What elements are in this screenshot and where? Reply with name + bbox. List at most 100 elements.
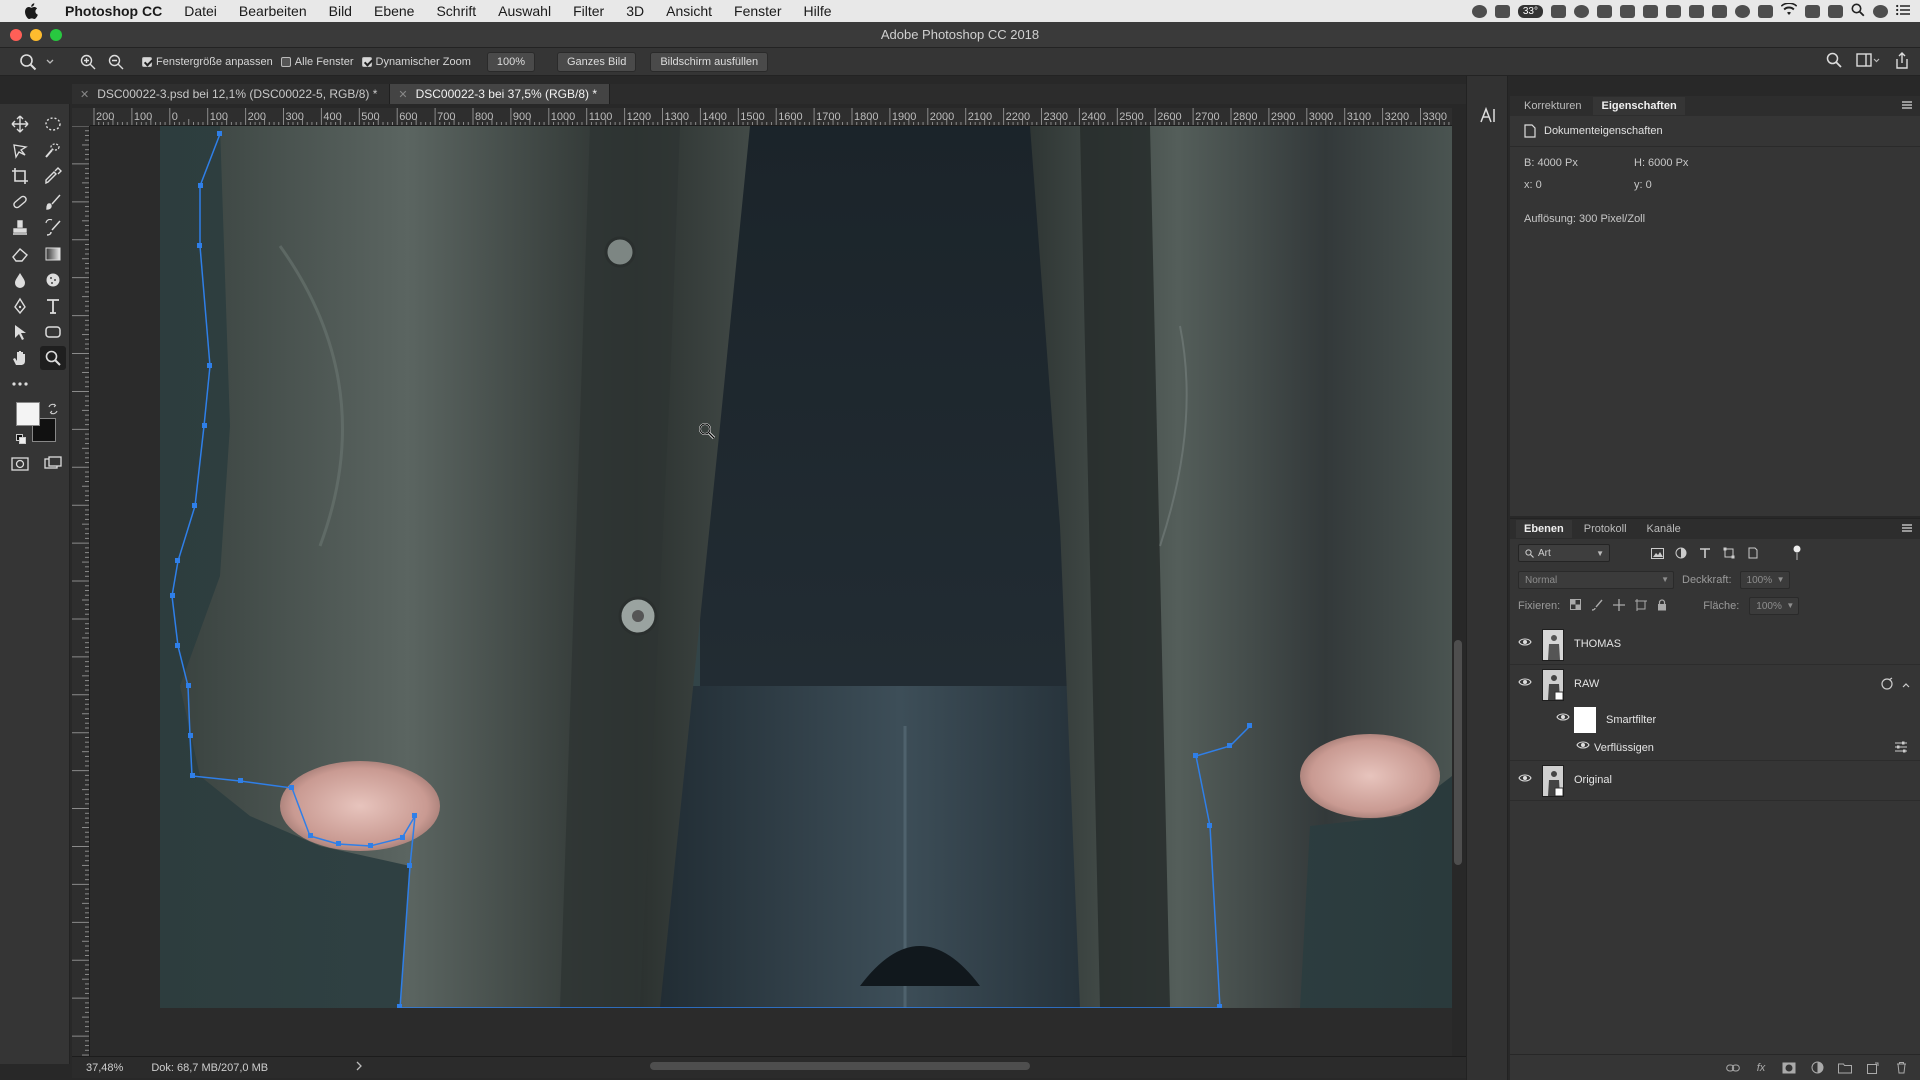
menu-app-name[interactable]: Photoshop CC — [54, 3, 173, 19]
eye-icon[interactable] — [1576, 740, 1590, 753]
menu-auswahl[interactable]: Auswahl — [487, 3, 562, 19]
layer-name[interactable]: THOMAS — [1574, 638, 1621, 650]
blend-mode-select[interactable]: Normal ▼ — [1518, 571, 1674, 589]
type-tool-icon[interactable] — [40, 294, 66, 318]
lock-position-icon[interactable] — [1613, 598, 1626, 614]
menu-schrift[interactable]: Schrift — [425, 3, 487, 19]
keyboard-icon[interactable] — [1666, 4, 1681, 18]
weather-badge[interactable]: 33° — [1517, 4, 1543, 18]
zoom-tool-preset-icon[interactable] — [18, 52, 38, 72]
close-tab-icon[interactable]: ✕ — [398, 88, 407, 101]
filter-blending-options-icon[interactable] — [1894, 741, 1908, 756]
blur-tool-icon[interactable] — [7, 268, 33, 292]
zoom-in-icon[interactable] — [78, 52, 98, 72]
fill-field[interactable]: 100% ▼ — [1749, 597, 1800, 615]
pen-tool-icon[interactable] — [7, 294, 33, 318]
display-icon[interactable] — [1494, 4, 1510, 18]
add-mask-icon[interactable] — [1782, 1061, 1796, 1075]
menu-filter[interactable]: Filter — [562, 3, 615, 19]
lasso-tool-icon[interactable] — [7, 138, 33, 162]
link-layers-icon[interactable] — [1726, 1061, 1740, 1075]
timer-icon[interactable] — [1735, 4, 1750, 18]
creative-cloud-icon[interactable] — [1574, 4, 1589, 18]
layer-style-icon[interactable]: fx — [1754, 1061, 1768, 1075]
layer-filter-kind-select[interactable]: Art ▼ — [1518, 544, 1610, 562]
filter-adjustment-layers-icon[interactable] — [1674, 546, 1688, 560]
hand-tool-icon[interactable] — [7, 346, 33, 370]
zoom-tool-icon[interactable] — [40, 346, 66, 370]
sponge-tool-icon[interactable] — [40, 268, 66, 292]
filter-pixel-layers-icon[interactable] — [1650, 546, 1664, 560]
time-machine-icon[interactable] — [1712, 4, 1727, 18]
siri-icon[interactable] — [1873, 4, 1888, 18]
lock-artboard-icon[interactable] — [1635, 598, 1648, 614]
maximize-window-button[interactable] — [50, 29, 62, 41]
airplay-icon[interactable] — [1805, 4, 1820, 18]
layer-row-original[interactable]: Original — [1510, 761, 1920, 801]
character-panel-icon[interactable] — [1479, 106, 1497, 127]
smart-filter-label[interactable]: Smartfilter — [1606, 714, 1656, 726]
foreground-color-swatch[interactable] — [16, 402, 40, 426]
new-group-icon[interactable] — [1838, 1061, 1852, 1075]
zoom-level[interactable]: 37,48% — [86, 1062, 123, 1074]
vertical-scrollbar[interactable] — [1454, 640, 1462, 865]
new-adjustment-layer-icon[interactable] — [1810, 1061, 1824, 1075]
menu-3d[interactable]: 3D — [615, 3, 655, 19]
checkbox-box[interactable] — [361, 56, 372, 67]
tab-kanaele[interactable]: Kanäle — [1639, 520, 1689, 538]
swap-colors-icon[interactable] — [47, 403, 59, 418]
workspace-icon[interactable] — [1856, 52, 1880, 73]
vertical-ruler[interactable] — [72, 126, 90, 1056]
chevron-right-icon[interactable] — [356, 1061, 363, 1074]
menu-ebene[interactable]: Ebene — [363, 3, 425, 19]
brush-tool-icon[interactable] — [40, 190, 66, 214]
delete-layer-icon[interactable] — [1894, 1061, 1908, 1075]
all-windows-checkbox[interactable]: Alle Fenster — [280, 56, 354, 68]
fill-screen-button[interactable]: Bildschirm ausfüllen — [650, 51, 769, 72]
dropbox-icon[interactable] — [1620, 4, 1635, 18]
path-selection-tool-icon[interactable] — [7, 320, 33, 344]
eye-icon[interactable] — [1518, 637, 1532, 650]
checkbox-box[interactable] — [142, 56, 152, 67]
zoom-100-button[interactable]: 100% — [486, 51, 535, 72]
opacity-field[interactable]: 100% ▼ — [1739, 571, 1790, 589]
record-icon[interactable] — [1471, 4, 1487, 18]
crop-tool-icon[interactable] — [7, 164, 33, 188]
canvas-area[interactable] — [90, 126, 1452, 1056]
smart-object-icon[interactable] — [1880, 677, 1894, 694]
filter-shape-layers-icon[interactable] — [1722, 546, 1736, 560]
search-icon[interactable] — [1826, 52, 1842, 73]
close-tab-icon[interactable]: ✕ — [80, 88, 89, 101]
chevron-down-icon[interactable] — [46, 52, 54, 72]
clone-stamp-tool-icon[interactable] — [7, 216, 33, 240]
bluetooth-icon[interactable] — [1758, 4, 1773, 18]
layer-row-raw[interactable]: RAW — [1510, 665, 1920, 705]
marquee-tool-icon[interactable] — [40, 112, 66, 136]
share-icon[interactable] — [1894, 52, 1910, 73]
filter-smart-objects-icon[interactable] — [1746, 546, 1760, 560]
tab-ebenen[interactable]: Ebenen — [1516, 520, 1572, 538]
menu-bild[interactable]: Bild — [318, 3, 363, 19]
eraser-tool-icon[interactable] — [7, 242, 33, 266]
eye-icon[interactable] — [1518, 677, 1532, 690]
tab-document-active[interactable]: ✕ DSC00022-3 bei 37,5% (RGB/8) * — [390, 84, 611, 104]
filter-toggle-icon[interactable] — [1790, 545, 1804, 560]
notification-icon[interactable] — [1689, 4, 1704, 18]
menu-fenster[interactable]: Fenster — [723, 3, 792, 19]
filter-name[interactable]: Verflüssigen — [1594, 742, 1654, 754]
checkbox-box[interactable] — [280, 56, 291, 67]
scrubby-zoom-checkbox[interactable]: Dynamischer Zoom — [361, 56, 471, 68]
gradient-tool-icon[interactable] — [40, 242, 66, 266]
default-colors-icon[interactable] — [16, 434, 26, 444]
screen-mode-icon[interactable] — [40, 452, 66, 476]
layer-name[interactable]: RAW — [1574, 678, 1599, 690]
quick-mask-icon[interactable] — [7, 452, 33, 476]
doc-width[interactable]: B: 4000 Px — [1524, 157, 1634, 169]
chevron-up-icon[interactable] — [1902, 679, 1910, 691]
eye-icon[interactable] — [1556, 712, 1570, 725]
wifi-icon[interactable] — [1780, 2, 1798, 19]
tab-protokoll[interactable]: Protokoll — [1576, 520, 1635, 538]
tab-document-psd[interactable]: ✕ DSC00022-3.psd bei 12,1% (DSC00022-5, … — [72, 84, 391, 104]
new-layer-icon[interactable] — [1866, 1061, 1880, 1075]
eye-icon[interactable] — [1518, 773, 1532, 786]
